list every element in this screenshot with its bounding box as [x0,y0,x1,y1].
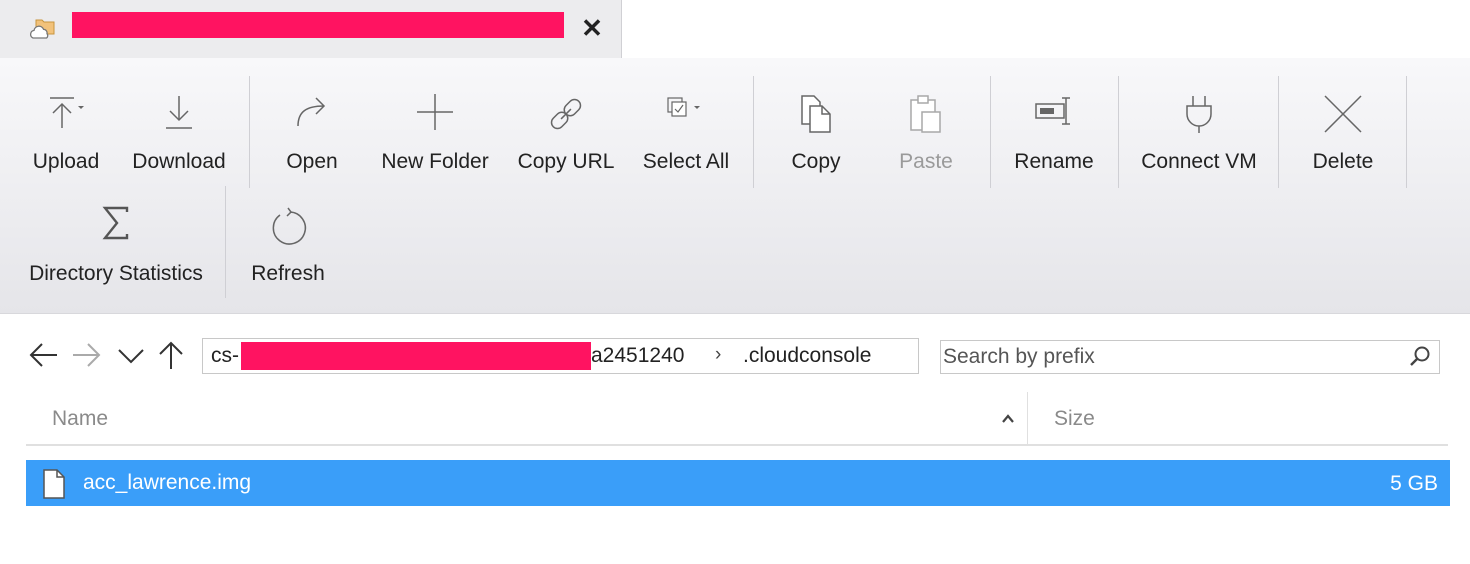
history-dropdown-icon[interactable] [116,340,146,370]
delete-label: Delete [1312,150,1374,173]
column-header-size-label: Size [1054,407,1095,430]
cloud-folder-icon [30,19,55,39]
paste-icon [910,95,941,133]
path-segment-account[interactable]: cs- [211,344,239,368]
file-icon [43,469,65,499]
directory-statistics-label: Directory Statistics [29,262,203,285]
ribbon-separator [990,76,991,188]
directory-statistics-button[interactable]: Directory Statistics [18,186,214,312]
open-button[interactable]: Open [264,58,360,186]
search-input[interactable] [940,340,1440,374]
ribbon-separator [225,186,226,298]
ribbon-separator [1406,76,1407,188]
download-icon [166,96,192,129]
ribbon-separator [1278,76,1279,188]
path-separator-icon: › [715,344,722,365]
link-icon [550,98,582,130]
new-folder-button[interactable]: New Folder [372,58,498,186]
sort-ascending-icon [1002,414,1014,423]
rename-label: Rename [1014,150,1094,173]
address-bar[interactable]: cs- a2451240 › .cloudconsole [202,338,919,374]
path-segment-folder[interactable]: .cloudconsole [743,344,871,368]
redacted-region [241,342,591,370]
ribbon-toolbar: Upload Download Open New Folder Copy URL… [0,58,1470,314]
delete-button[interactable]: Delete [1292,58,1394,186]
copy-button[interactable]: Copy [768,58,864,186]
redacted-region [72,12,564,38]
select-all-button[interactable]: Select All [634,58,738,186]
open-label: Open [286,150,338,173]
upload-icon [50,97,84,128]
ribbon-separator [753,76,754,188]
plug-icon [1186,96,1212,133]
refresh-label: Refresh [251,262,325,285]
copy-url-label: Copy URL [517,150,615,173]
connect-vm-label: Connect VM [1141,150,1257,173]
path-segment-account-suffix[interactable]: a2451240 [591,344,684,368]
refresh-icon [272,207,307,245]
close-tab-icon[interactable]: ✕ [580,15,604,41]
paste-label: Paste [899,150,953,173]
file-name: acc_lawrence.img [83,471,252,494]
column-header-size[interactable]: Size [1028,392,1448,446]
file-size: 5 GB [1390,472,1438,495]
refresh-button[interactable]: Refresh [240,186,336,312]
table-row[interactable]: acc_lawrence.img 5 GB [26,460,1450,506]
copy-icon [801,95,831,133]
new-folder-label: New Folder [381,150,489,173]
ribbon-separator [249,76,250,188]
download-button[interactable]: Download [124,58,234,186]
tab-storage-explorer[interactable]: ✕ [0,0,622,58]
up-arrow-icon[interactable] [156,340,186,370]
forward-arrow-icon[interactable] [72,340,102,370]
upload-label: Upload [32,150,100,173]
rename-icon [1035,97,1070,125]
search-icon[interactable] [1408,345,1432,369]
select-all-label: Select All [642,150,730,173]
connect-vm-button[interactable]: Connect VM [1132,58,1266,186]
tab-strip: ✕ [0,0,1470,58]
column-header-name[interactable]: Name [26,392,1028,446]
plus-icon [417,94,453,130]
rename-button[interactable]: Rename [1004,58,1104,186]
ribbon-separator [1118,76,1119,188]
open-icon [297,97,326,127]
sigma-icon [102,206,129,240]
delete-icon [1324,95,1362,133]
copy-url-button[interactable]: Copy URL [510,58,622,186]
back-arrow-icon[interactable] [28,340,58,370]
copy-label: Copy [791,150,841,173]
upload-button[interactable]: Upload [18,58,114,186]
column-header-name-label: Name [52,407,109,430]
select-all-icon [667,97,700,117]
download-label: Download [132,150,226,173]
paste-button[interactable]: Paste [878,58,974,186]
